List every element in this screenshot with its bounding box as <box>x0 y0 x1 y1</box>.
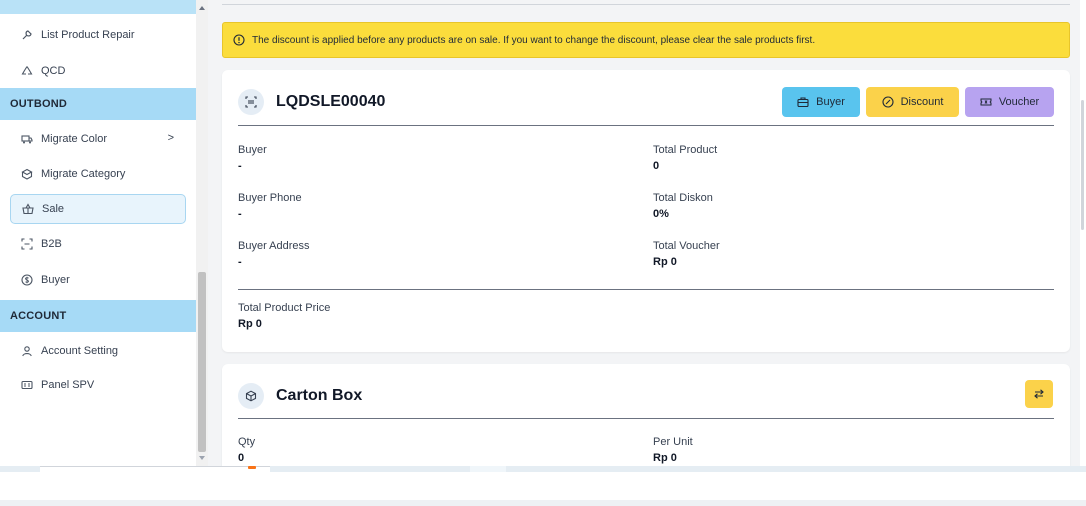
total-price-value: Rp 0 <box>238 318 262 330</box>
total-product-field: Total Product 0 <box>653 144 717 172</box>
sidebar-active-item-top[interactable] <box>0 0 196 14</box>
sidebar-item-qcd[interactable]: QCD <box>10 56 186 86</box>
scan-icon <box>20 237 34 251</box>
sale-code: LQDSLE00040 <box>276 93 386 110</box>
card-divider <box>238 289 1054 290</box>
section-account: ACCOUNT <box>0 300 196 332</box>
sidebar-item-sale[interactable]: Sale <box>10 194 186 224</box>
buyer-label: Buyer <box>238 144 267 156</box>
dollar-circle-icon <box>20 273 34 287</box>
main-content: The discount is applied before any produ… <box>208 0 1086 466</box>
sidebar-item-migrate-color[interactable]: Migrate Color > <box>10 124 186 154</box>
buyer-address-field: Buyer Address - <box>238 240 310 268</box>
card-divider <box>238 125 1054 126</box>
sidebar-item-list-product-repair[interactable]: List Product Repair <box>10 20 186 50</box>
barcode-scan-icon <box>238 89 264 115</box>
buyer-button[interactable]: Buyer <box>782 87 860 117</box>
per-unit-field: Per Unit Rp 0 <box>653 436 693 464</box>
qty-label: Qty <box>238 436 256 448</box>
total-voucher-label: Total Voucher <box>653 240 720 252</box>
scroll-up-arrow-icon[interactable] <box>199 6 205 10</box>
main-scroll-thumb[interactable] <box>1081 100 1084 230</box>
total-diskon-label: Total Diskon <box>653 192 713 204</box>
carton-title: Carton Box <box>276 387 363 404</box>
sale-card-header: LQDSLE00040 <box>238 86 385 118</box>
total-diskon-value: 0% <box>653 208 669 220</box>
sidebar-item-label: QCD <box>41 65 66 77</box>
total-diskon-field: Total Diskon 0% <box>653 192 713 220</box>
truck-icon <box>20 132 34 146</box>
sidebar-item-label: List Product Repair <box>41 29 135 41</box>
sale-card: LQDSLE00040 Buyer Discount Voucher Buyer… <box>222 70 1070 352</box>
discount-alert: The discount is applied before any produ… <box>222 22 1070 58</box>
swap-arrows-icon <box>1034 389 1044 399</box>
total-price-field: Total Product Price Rp 0 <box>238 302 330 330</box>
total-price-label: Total Product Price <box>238 302 331 314</box>
scroll-down-arrow-icon[interactable] <box>199 456 205 460</box>
discount-icon <box>882 96 894 108</box>
buyer-field: Buyer - <box>238 144 267 172</box>
buyer-address-label: Buyer Address <box>238 240 310 252</box>
per-unit-label: Per Unit <box>653 436 693 448</box>
recycle-icon <box>20 64 34 78</box>
carton-card: Carton Box Qty 0 Per Unit Rp 0 <box>222 364 1070 466</box>
main-scrollbar[interactable] <box>1080 0 1086 466</box>
voucher-button-label: Voucher <box>998 96 1040 108</box>
sidebar-scrollbar[interactable] <box>196 0 208 466</box>
buyer-address-value: - <box>238 256 242 268</box>
buyer-phone-field: Buyer Phone - <box>238 192 302 220</box>
sidebar: List Product Repair QCD OUTBOND Migrate … <box>0 0 196 466</box>
ticket-icon <box>980 98 992 106</box>
basket-icon <box>21 202 35 216</box>
buyer-phone-value: - <box>238 208 242 220</box>
voucher-button[interactable]: Voucher <box>965 87 1054 117</box>
discount-button[interactable]: Discount <box>866 87 959 117</box>
info-circle-icon <box>233 33 246 47</box>
sidebar-item-panel-spv[interactable]: Panel SPV <box>10 370 186 400</box>
section-outbond: OUTBOND <box>0 88 196 120</box>
sidebar-item-buyer[interactable]: Buyer <box>10 265 186 295</box>
id-card-icon <box>20 378 34 392</box>
buyer-phone-label: Buyer Phone <box>238 192 302 204</box>
buyer-value: - <box>238 160 242 172</box>
alert-text: The discount is applied before any produ… <box>252 34 816 46</box>
buyer-button-label: Buyer <box>816 96 845 108</box>
swap-button[interactable] <box>1025 380 1053 408</box>
per-unit-value: Rp 0 <box>653 452 677 464</box>
qty-field: Qty 0 <box>238 436 255 464</box>
sidebar-item-account-setting[interactable]: Account Setting <box>10 336 186 366</box>
bottom-bar <box>0 500 1086 506</box>
bottom-mark <box>248 466 256 469</box>
user-icon <box>20 344 34 358</box>
package-icon <box>238 383 264 409</box>
sidebar-scroll-thumb[interactable] <box>198 272 206 452</box>
sidebar-item-label: Migrate Color <box>41 133 108 145</box>
total-product-value: 0 <box>653 160 660 172</box>
sidebar-item-label: Sale <box>42 203 65 215</box>
wrench-icon <box>20 28 34 42</box>
sidebar-item-label: Buyer <box>41 274 70 286</box>
total-voucher-field: Total Voucher Rp 0 <box>653 240 720 268</box>
chevron-right-icon: > <box>167 132 174 144</box>
top-divider <box>222 4 1070 5</box>
discount-button-label: Discount <box>900 96 944 108</box>
total-voucher-value: Rp 0 <box>653 256 677 268</box>
briefcase-icon <box>797 97 809 108</box>
sidebar-item-label: B2B <box>41 238 62 250</box>
sidebar-item-migrate-category[interactable]: Migrate Category <box>10 159 186 189</box>
sidebar-item-b2b[interactable]: B2B <box>10 229 186 259</box>
box-icon <box>20 167 34 181</box>
sidebar-item-label: Panel SPV <box>41 379 95 391</box>
qty-value: 0 <box>238 452 245 464</box>
sidebar-item-label: Account Setting <box>41 345 119 357</box>
carton-card-header: Carton Box <box>238 380 362 412</box>
card-divider <box>238 418 1054 419</box>
sidebar-item-label: Migrate Category <box>41 168 126 180</box>
total-product-label: Total Product <box>653 144 718 156</box>
